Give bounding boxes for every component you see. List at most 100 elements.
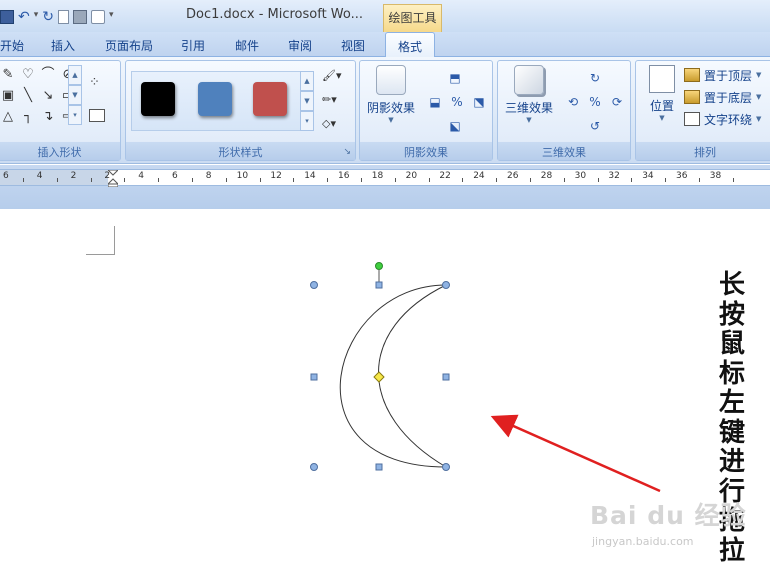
red-style-swatch[interactable] — [253, 82, 287, 116]
horizontal-ruler[interactable]: 6 4 2 2 4 6 8 10 12 14 16 18 20 22 24 26 28 30 32 34 36 38 — [0, 169, 770, 187]
resize-handle-top[interactable] — [375, 281, 383, 289]
tilt-up-icon[interactable]: ↻ — [586, 71, 604, 87]
print-icon[interactable] — [73, 10, 87, 24]
ruler-tick-label: 32 — [608, 171, 620, 181]
shadow-effects-button[interactable]: 阴影效果 ▼ — [364, 65, 418, 124]
scroll-down-icon[interactable]: ▼ — [300, 91, 314, 111]
tab-insert[interactable]: 插入 — [51, 37, 75, 54]
arrow-line-icon[interactable]: ↘ — [39, 86, 57, 106]
moon-shape[interactable] — [339, 284, 448, 468]
annotation-char: 标 — [718, 358, 745, 389]
tab-mailings[interactable]: 邮件 — [235, 37, 259, 54]
shape-styles-scroll: ▲ ▼ ▾ — [300, 71, 314, 131]
chevron-down-icon: ▼ — [659, 114, 665, 122]
position-button[interactable]: 位置 ▼ — [644, 65, 680, 122]
tab-review[interactable]: 审阅 — [288, 37, 312, 54]
nudge-shadow-down-icon[interactable]: ⬕ — [446, 119, 464, 135]
bring-to-front-button[interactable]: 置于顶层 ▼ — [684, 65, 761, 85]
tilt-left-icon[interactable]: ⟲ — [564, 95, 582, 111]
ruler-tick-label: 6 — [3, 171, 9, 181]
print-preview-icon[interactable] — [91, 10, 105, 24]
ruler-tick-label: 34 — [642, 171, 654, 181]
tab-home[interactable]: 开始 — [0, 37, 24, 54]
ruler-tick — [293, 178, 295, 182]
3d-cube-icon — [514, 65, 544, 95]
redo-icon[interactable]: ↻ — [42, 10, 54, 24]
resize-handle-bottom[interactable] — [375, 463, 383, 471]
ruler-tick — [158, 178, 160, 182]
text-box-icon[interactable] — [89, 109, 105, 122]
ruler-tick-label: 10 — [236, 171, 249, 181]
resize-handle-bottom-left[interactable] — [310, 463, 318, 471]
shape-fill-icon[interactable]: 🖌▾ — [322, 69, 350, 89]
bring-to-front-label: 置于顶层 — [704, 68, 753, 83]
3d-toggle-icon[interactable]: % — [586, 95, 604, 111]
resize-handle-top-right[interactable] — [442, 281, 450, 289]
shape-outline-icon[interactable]: ✏▾ — [322, 93, 350, 113]
ruler-tick — [563, 178, 565, 182]
triangle-icon[interactable]: △ — [0, 107, 17, 127]
ruler-tick — [631, 178, 633, 182]
curved-connector-icon[interactable]: ↴ — [39, 107, 57, 127]
tab-page-layout[interactable]: 页面布局 — [105, 37, 153, 54]
customize-toolbar-icon[interactable]: ▾ — [109, 10, 114, 24]
ruler-tick — [496, 178, 498, 182]
textbox-shape-icon[interactable]: ▣ — [0, 86, 17, 106]
rotation-handle[interactable] — [375, 262, 383, 270]
heart-icon[interactable]: ♡ — [19, 65, 37, 85]
tab-view[interactable]: 视图 — [341, 37, 365, 54]
shadow-toggle-icon[interactable]: % — [448, 95, 466, 111]
send-to-back-button[interactable]: 置于底层 ▼ — [684, 87, 761, 107]
scroll-up-icon[interactable]: ▲ — [300, 71, 314, 91]
edit-shape-icon[interactable]: ⁘ — [89, 75, 100, 90]
gallery-expand-icon[interactable]: ▾ — [300, 111, 314, 131]
resize-handle-top-left[interactable] — [310, 281, 318, 289]
resize-handle-right[interactable] — [442, 373, 450, 381]
text-wrap-button[interactable]: 文字环绕 ▼ — [684, 109, 761, 129]
undo-icon[interactable]: ↶ — [18, 10, 30, 24]
ruler-tick-label: 38 — [709, 171, 722, 181]
dialog-launcher-icon[interactable]: ↘ — [343, 147, 351, 157]
shape-styles-gallery — [131, 71, 313, 131]
ruler-tick-label: 36 — [676, 171, 688, 181]
ruler-tick-label: 8 — [205, 171, 212, 181]
annotation-char: 左 — [718, 388, 745, 418]
elbow-connector-icon[interactable]: ┐ — [19, 107, 37, 127]
nudge-shadow-up-icon[interactable]: ⬒ — [446, 71, 464, 87]
blue-style-swatch[interactable] — [198, 82, 232, 116]
annotation-arrow — [490, 414, 661, 493]
scroll-up-icon[interactable]: ▲ — [68, 65, 82, 85]
arc-icon[interactable]: ⌒ — [39, 65, 57, 85]
tilt-right-icon[interactable]: ⟳ — [608, 95, 626, 111]
ruler-tick-label: 16 — [338, 171, 350, 181]
position-label: 位置 — [649, 99, 674, 113]
scroll-down-icon[interactable]: ▼ — [68, 85, 82, 105]
change-shape-icon[interactable]: ◇▾ — [322, 117, 350, 137]
ruler-tick-label: 24 — [473, 171, 485, 181]
nudge-shadow-left-icon[interactable]: ⬓ — [426, 95, 444, 111]
ruler-tick — [698, 178, 700, 182]
tab-references[interactable]: 引用 — [181, 37, 205, 54]
ruler-tick-label: 18 — [371, 171, 384, 181]
tab-format[interactable]: 格式 — [385, 32, 436, 58]
3d-effects-button[interactable]: 三维效果 ▼ — [502, 65, 556, 124]
freeform-icon[interactable]: ✎ — [0, 65, 17, 85]
group-shadow-effects: 阴影效果 ▼ ⬒ ⬓ % ⬔ ⬕ 阴影效果 — [359, 60, 493, 161]
resize-handle-bottom-right[interactable] — [442, 463, 450, 471]
undo-dropdown-icon[interactable]: ▾ — [34, 10, 39, 24]
line-icon[interactable]: ╲ — [19, 86, 37, 106]
new-document-icon[interactable] — [58, 10, 69, 24]
document-page[interactable]: 长按鼠标左键进行拖拉 Bai du 经验 jingyan.baidu.com — [0, 209, 770, 570]
black-style-swatch[interactable] — [141, 82, 175, 116]
group-arrange: 位置 ▼ 置于顶层 ▼ 置于底层 ▼ 文字环绕 ▼ 排列 — [635, 60, 770, 161]
nudge-shadow-right-icon[interactable]: ⬔ — [470, 95, 488, 111]
group-label-shape-styles: 形状样式 — [126, 142, 355, 160]
gallery-expand-icon[interactable]: ▾ — [68, 105, 82, 125]
bring-to-front-icon — [684, 68, 700, 82]
annotation-char: 按 — [718, 299, 745, 330]
save-icon[interactable] — [0, 10, 14, 24]
tilt-down-icon[interactable]: ↺ — [586, 119, 604, 135]
group-label-insert-shapes: 插入形状 — [0, 142, 120, 160]
quick-access-toolbar: ↶ ▾ ↻ ▾ — [0, 8, 114, 26]
resize-handle-left[interactable] — [310, 373, 318, 381]
